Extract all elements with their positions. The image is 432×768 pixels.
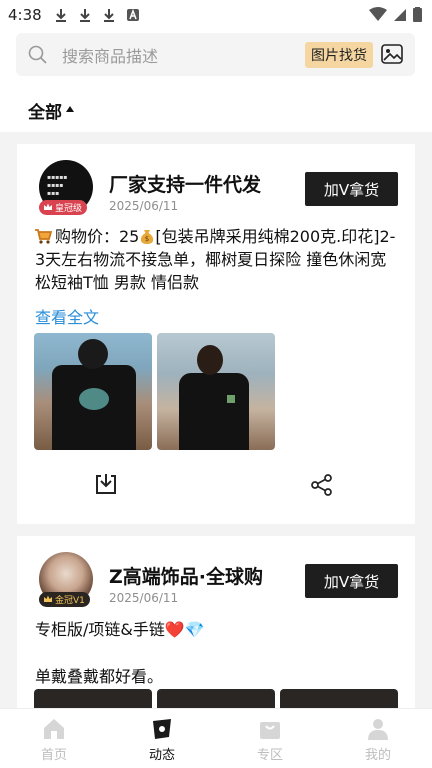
post-description: 购物价：25 $ [包装吊牌采用纯棉200克.印花]2-3天左右物流不接急单，椰树夏… xyxy=(35,225,397,294)
battery-icon xyxy=(413,7,422,22)
product-photo[interactable] xyxy=(157,333,275,450)
tab-zone[interactable]: 专区 xyxy=(216,709,324,768)
tab-label: 我的 xyxy=(364,748,391,763)
badge-label: 金冠V1 xyxy=(55,596,85,606)
status-time: 4:38 xyxy=(8,6,42,24)
tab-home[interactable]: 首页 xyxy=(0,709,108,768)
shop-name[interactable]: Z高端饰品·全球购 xyxy=(109,562,263,589)
shop-name[interactable]: 厂家支持一件代发 xyxy=(109,170,261,197)
bag-icon xyxy=(260,722,280,739)
tab-label: 动态 xyxy=(148,748,175,763)
crown-badge: 皇冠级 xyxy=(39,200,88,215)
moments-icon xyxy=(153,719,171,739)
avatar-logo: ▪▪▪▪▪ ▪▪▪▪ ▪▪▪ xyxy=(47,174,68,197)
home-icon xyxy=(44,719,64,739)
wifi-icon xyxy=(369,7,387,21)
filter-all-dropdown[interactable]: 全部 xyxy=(28,98,62,123)
caret-up-icon[interactable] xyxy=(66,106,74,112)
crown-icon xyxy=(44,595,52,602)
download-icon[interactable] xyxy=(94,472,118,496)
badge-label: 皇冠级 xyxy=(55,204,83,214)
search-icon xyxy=(28,45,47,64)
cart-icon xyxy=(35,229,52,244)
post-description: 专柜版/项链&手链❤️💎 xyxy=(35,620,205,639)
signal-icon xyxy=(394,9,406,21)
system-icons xyxy=(369,7,422,22)
app-notification-icon xyxy=(126,8,139,21)
share-icon[interactable] xyxy=(311,474,333,496)
post-card: ▪▪▪▪▪ ▪▪▪▪ ▪▪▪ 皇冠级 厂家支持一件代发 2025/06/11 加V拿… xyxy=(17,144,415,524)
bottom-tab-bar: 首页 动态 专区 我的 xyxy=(0,708,432,768)
status-bar: 4:38 xyxy=(0,0,432,30)
product-photo[interactable] xyxy=(34,333,152,450)
price-text: 购物价：25 xyxy=(55,227,140,246)
crown-icon xyxy=(44,203,52,210)
crown-badge: 金冠V1 xyxy=(39,592,90,607)
download-notification-icon xyxy=(103,9,114,22)
post-date: 2025/06/11 xyxy=(109,591,179,605)
filter-bar: 全部 xyxy=(0,86,432,132)
tab-label: 首页 xyxy=(40,748,67,763)
search-area: 搜索商品描述 图片找货 xyxy=(0,30,432,86)
profile-icon xyxy=(368,719,388,740)
tab-profile[interactable]: 我的 xyxy=(324,709,432,768)
image-search-button[interactable]: 图片找货 xyxy=(305,42,373,68)
tab-moments[interactable]: 动态 xyxy=(108,709,216,768)
search-input[interactable]: 搜索商品描述 图片找货 xyxy=(16,33,415,76)
tab-label: 专区 xyxy=(256,748,283,763)
svg-text:$: $ xyxy=(145,235,149,243)
image-search-icon[interactable] xyxy=(381,44,403,64)
download-notification-icon xyxy=(55,9,66,22)
post-card: 金冠V1 Z高端饰品·全球购 2025/06/11 加V拿货 专柜版/项链&手链… xyxy=(17,536,415,729)
post-description-line: 单戴叠戴都好看。 xyxy=(35,667,164,686)
add-wechat-button[interactable]: 加V拿货 xyxy=(305,564,398,598)
see-all-link[interactable]: 查看全文 xyxy=(35,304,99,328)
notification-icons xyxy=(54,8,140,22)
add-wechat-button[interactable]: 加V拿货 xyxy=(305,172,398,206)
download-notification-icon xyxy=(79,9,90,22)
money-bag-icon: $ xyxy=(141,230,154,244)
post-date: 2025/06/11 xyxy=(109,199,179,213)
